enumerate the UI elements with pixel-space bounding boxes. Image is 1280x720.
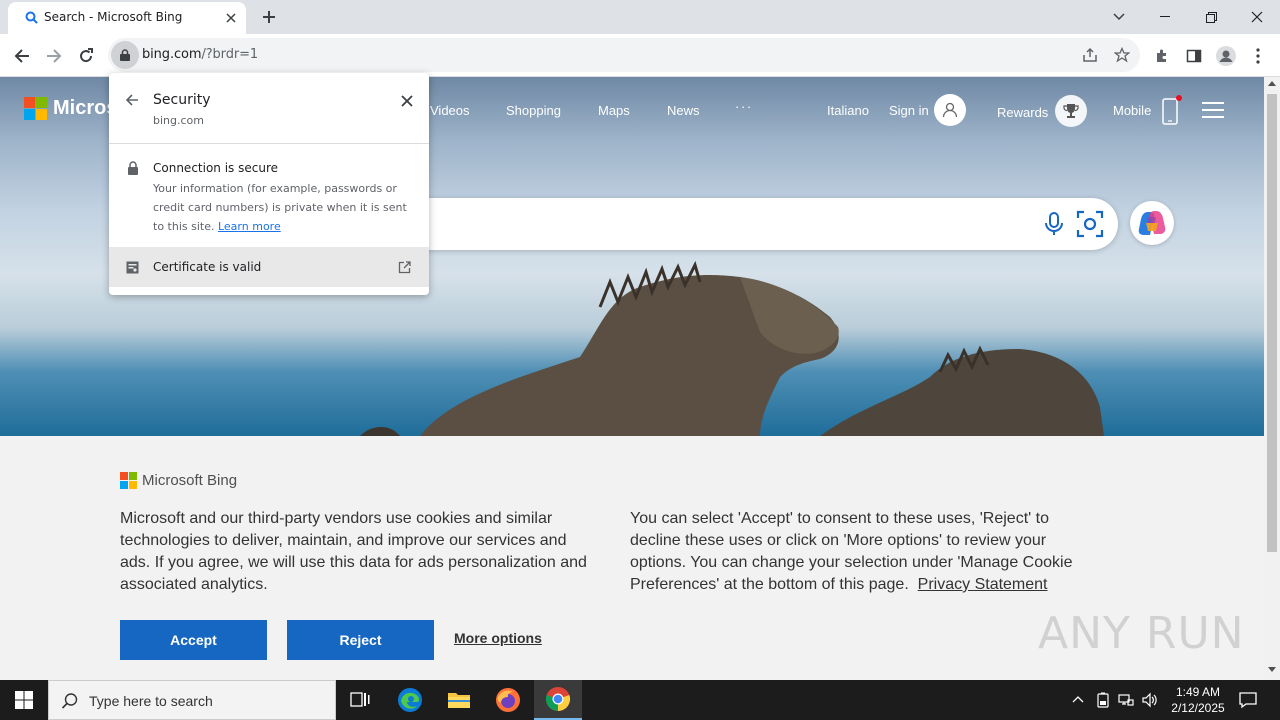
rewards-link[interactable]: Rewards bbox=[997, 105, 1048, 120]
external-link-icon bbox=[398, 261, 411, 274]
url-host: bing.com bbox=[142, 47, 202, 62]
nav-maps[interactable]: Maps bbox=[598, 103, 630, 118]
back-arrow-icon[interactable] bbox=[8, 42, 36, 70]
cookie-banner-logo: Microsoft Bing bbox=[120, 472, 237, 489]
url-text: bing.com/?brdr=1 bbox=[142, 47, 258, 62]
certificate-row[interactable]: Certificate is valid bbox=[109, 247, 429, 287]
network-icon[interactable] bbox=[1118, 692, 1134, 708]
kebab-menu-icon[interactable] bbox=[1244, 42, 1272, 70]
microphone-icon[interactable] bbox=[1042, 211, 1066, 237]
cookie-options-text: You can select 'Accept' to consent to th… bbox=[630, 508, 1080, 596]
tab-strip: Search - Microsoft Bing bbox=[0, 0, 1280, 34]
back-arrow-icon[interactable] bbox=[123, 91, 141, 109]
windows-start-icon[interactable] bbox=[0, 680, 48, 720]
task-view-icon[interactable] bbox=[336, 680, 384, 720]
file-explorer-icon[interactable] bbox=[435, 680, 483, 720]
popup-subtitle: bing.com bbox=[153, 114, 204, 127]
search-input[interactable] bbox=[380, 198, 1118, 250]
connection-description: Your information (for example, passwords… bbox=[153, 179, 415, 236]
cookie-logo-text: Microsoft Bing bbox=[142, 472, 238, 489]
nav-more[interactable]: · · · bbox=[735, 99, 751, 114]
connection-status: Connection is secure bbox=[153, 161, 279, 175]
user-avatar-icon[interactable] bbox=[934, 94, 966, 126]
browser-toolbar: bing.com/?brdr=1 bbox=[0, 34, 1280, 77]
microsoft-logo-icon bbox=[24, 97, 47, 120]
search-icon bbox=[61, 693, 78, 709]
nav-videos[interactable]: Videos bbox=[430, 103, 470, 118]
forward-arrow-icon[interactable] bbox=[40, 42, 68, 70]
hamburger-menu-icon[interactable] bbox=[1202, 101, 1224, 119]
bookmark-star-icon[interactable] bbox=[1108, 41, 1136, 69]
trophy-icon[interactable] bbox=[1055, 95, 1087, 127]
share-icon[interactable] bbox=[1076, 41, 1104, 69]
search-icon bbox=[25, 11, 38, 24]
mobile-link[interactable]: Mobile bbox=[1113, 103, 1151, 118]
certificate-label: Certificate is valid bbox=[153, 260, 262, 274]
mobile-phone-icon[interactable] bbox=[1162, 95, 1182, 125]
microsoft-logo-icon bbox=[120, 472, 137, 489]
lock-icon bbox=[128, 161, 138, 175]
anyrun-watermark: ANY RUN bbox=[1038, 608, 1245, 659]
nav-shopping[interactable]: Shopping bbox=[506, 103, 561, 118]
taskbar-search-input[interactable]: Type here to search bbox=[48, 680, 336, 720]
learn-more-link[interactable]: Learn more bbox=[218, 220, 281, 233]
edge-browser-icon[interactable] bbox=[386, 680, 434, 720]
visual-search-icon[interactable] bbox=[1076, 210, 1104, 238]
certificate-icon bbox=[126, 261, 139, 274]
browser-tab-active[interactable]: Search - Microsoft Bing bbox=[8, 2, 246, 34]
extensions-puzzle-icon[interactable] bbox=[1148, 42, 1176, 70]
more-options-link[interactable]: More options bbox=[454, 630, 542, 646]
site-info-lock-icon[interactable] bbox=[111, 41, 139, 69]
tab-search-chevron-icon[interactable] bbox=[1096, 0, 1142, 34]
popup-title: Security bbox=[153, 92, 211, 108]
scrollbar-thumb[interactable] bbox=[1267, 94, 1277, 552]
divider bbox=[109, 143, 429, 144]
close-tab-icon[interactable] bbox=[222, 9, 240, 27]
cookie-description: Microsoft and our third-party vendors us… bbox=[120, 510, 587, 593]
sign-in-link[interactable]: Sign in bbox=[889, 103, 929, 118]
close-icon[interactable] bbox=[399, 93, 415, 109]
nav-news[interactable]: News bbox=[667, 103, 700, 118]
notification-icon[interactable] bbox=[1238, 690, 1258, 710]
restore-icon[interactable] bbox=[1188, 0, 1234, 34]
url-path: /?brdr=1 bbox=[201, 47, 259, 62]
scroll-up-arrow-icon[interactable] bbox=[1268, 81, 1276, 86]
side-panel-icon[interactable] bbox=[1180, 42, 1208, 70]
reject-button[interactable]: Reject bbox=[287, 620, 434, 660]
reload-icon[interactable] bbox=[72, 42, 100, 70]
battery-icon[interactable] bbox=[1095, 692, 1111, 708]
windows-taskbar: Type here to search 1:49 AM 2/12/2025 bbox=[0, 680, 1280, 720]
language-link[interactable]: Italiano bbox=[827, 103, 869, 118]
scroll-down-arrow-icon[interactable] bbox=[1268, 667, 1276, 672]
tab-title: Search - Microsoft Bing bbox=[44, 10, 183, 24]
volume-icon[interactable] bbox=[1142, 692, 1158, 708]
close-window-icon[interactable] bbox=[1234, 0, 1280, 34]
security-popup: Security bing.com Connection is secure Y… bbox=[109, 73, 429, 295]
system-clock[interactable]: 1:49 AM 2/12/2025 bbox=[1162, 684, 1234, 716]
profile-avatar-icon[interactable] bbox=[1212, 42, 1240, 70]
taskbar-search-placeholder: Type here to search bbox=[89, 693, 213, 709]
clock-time: 1:49 AM bbox=[1175, 685, 1221, 699]
chrome-icon[interactable] bbox=[534, 680, 582, 720]
accept-button[interactable]: Accept bbox=[120, 620, 267, 660]
cookie-consent-banner: Microsoft Bing Microsoft and our third-p… bbox=[0, 436, 1264, 680]
address-bar[interactable]: bing.com/?brdr=1 bbox=[108, 38, 1140, 72]
vertical-scrollbar[interactable] bbox=[1264, 77, 1280, 680]
new-tab-icon[interactable] bbox=[258, 6, 280, 28]
privacy-statement-link[interactable]: Privacy Statement bbox=[918, 576, 1048, 593]
chevron-up-icon[interactable] bbox=[1070, 692, 1086, 708]
clock-date: 2/12/2025 bbox=[1171, 701, 1225, 715]
copilot-icon[interactable] bbox=[1130, 201, 1174, 245]
minimize-icon[interactable] bbox=[1142, 0, 1188, 34]
firefox-icon[interactable] bbox=[484, 680, 532, 720]
